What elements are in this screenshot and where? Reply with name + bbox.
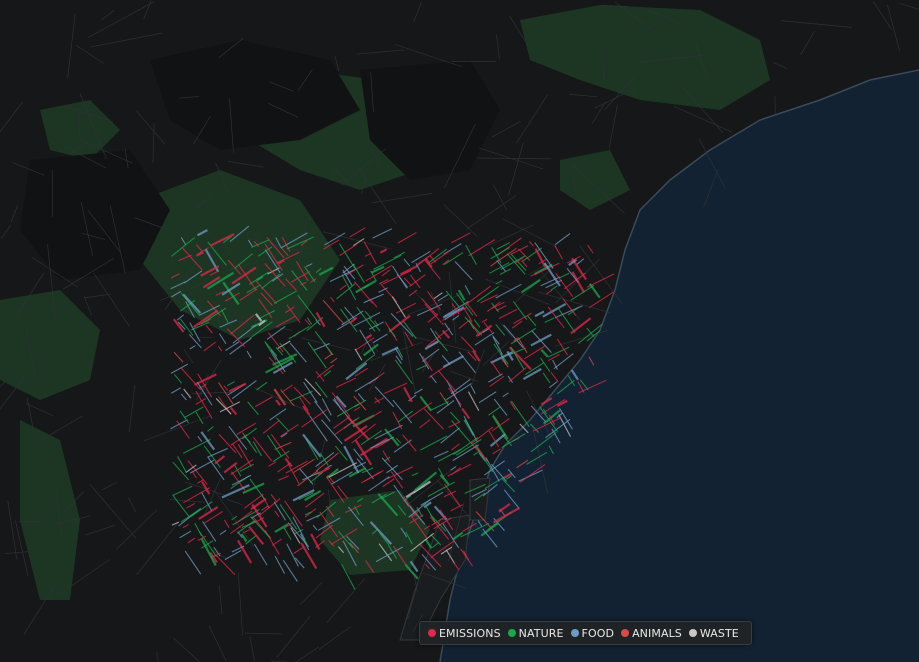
legend-label-nature: NATURE <box>518 626 564 640</box>
map-canvas[interactable] <box>0 0 919 662</box>
legend-item-nature[interactable]: NATURE <box>507 626 564 640</box>
waste-dot-icon <box>688 629 697 637</box>
animals-dot-icon <box>621 629 630 637</box>
legend-item-animals[interactable]: ANIMALS <box>621 627 682 640</box>
legend: EMISSIONS NATURE FOOD ANIMALS WASTE <box>419 621 752 645</box>
legend-label-food: FOOD <box>581 626 615 640</box>
legend-label-emissions: EMISSIONS <box>439 626 501 640</box>
legend-label-animals: ANIMALS <box>632 626 682 640</box>
nature-dot-icon <box>507 629 516 637</box>
food-dot-icon <box>570 629 579 637</box>
legend-item-emissions[interactable]: EMISSIONS <box>428 627 501 640</box>
legend-item-food[interactable]: FOOD <box>570 626 615 640</box>
emissions-dot-icon <box>428 629 436 637</box>
legend-label-waste: WASTE <box>699 626 739 640</box>
legend-item-waste[interactable]: WASTE <box>688 626 739 640</box>
